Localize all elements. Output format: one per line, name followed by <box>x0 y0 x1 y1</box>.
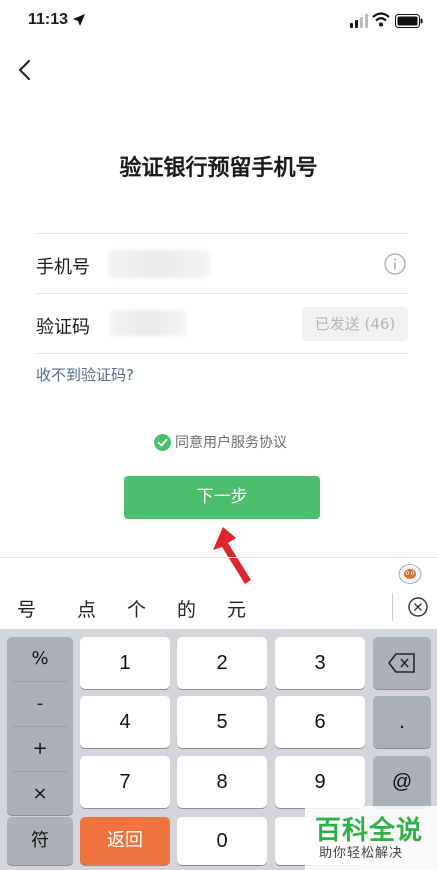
candidate-bar: 号 点 个 的 元 <box>0 585 437 629</box>
key-dot[interactable]: . <box>373 696 431 748</box>
candidate-word[interactable]: 点 <box>77 595 96 622</box>
status-bar: 11:13 <box>0 0 437 44</box>
phone-number-blurred <box>108 250 210 278</box>
red-annotation-arrow-icon <box>213 527 251 584</box>
key-4[interactable]: 4 <box>80 696 170 748</box>
resend-code-button[interactable]: 已发送 (46) <box>302 307 408 341</box>
divider <box>36 293 408 294</box>
key-8[interactable]: 8 <box>177 756 267 808</box>
close-circle-icon[interactable] <box>406 595 430 619</box>
key-minus[interactable]: - <box>7 682 73 726</box>
divider <box>36 233 408 234</box>
phone-label: 手机号 <box>36 257 90 278</box>
key-0[interactable]: 0 <box>177 817 267 865</box>
symbol-switch-key[interactable]: 符 <box>7 817 73 865</box>
key-plus[interactable]: + <box>7 727 73 771</box>
candidate-word[interactable]: 个 <box>127 595 146 622</box>
wifi-icon <box>372 12 390 27</box>
info-icon[interactable] <box>383 252 407 276</box>
delete-key[interactable] <box>373 637 431 689</box>
next-step-button[interactable]: 下一步 <box>124 476 320 519</box>
backspace-icon <box>388 653 415 673</box>
key-6[interactable]: 6 <box>275 696 365 748</box>
key-at[interactable]: @ <box>373 756 431 808</box>
key-5[interactable]: 5 <box>177 696 267 748</box>
key-multiply[interactable]: × <box>7 772 73 816</box>
key-9[interactable]: 9 <box>275 756 365 808</box>
divider <box>36 353 408 354</box>
back-key[interactable]: 返回 <box>80 817 170 865</box>
code-label: 验证码 <box>36 317 90 338</box>
code-field-blurred[interactable] <box>110 310 186 336</box>
watermark-subtitle: 助你轻松解决 <box>319 846 404 861</box>
key-1[interactable]: 1 <box>80 637 170 689</box>
signal-icon <box>350 14 368 28</box>
keyboard-divider <box>0 557 437 558</box>
status-time: 11:13 <box>28 11 69 28</box>
key-7[interactable]: 7 <box>80 756 170 808</box>
location-arrow-icon <box>73 14 85 26</box>
keyboard-mascot-icon[interactable] <box>398 562 422 584</box>
key-2[interactable]: 2 <box>177 637 267 689</box>
symbol-column: % - + × <box>7 637 73 815</box>
candidate-word[interactable]: 号 <box>17 595 36 622</box>
key-3[interactable]: 3 <box>275 637 365 689</box>
back-arrow-icon[interactable] <box>14 56 38 84</box>
agreement-text[interactable]: 同意用户服务协议 <box>175 432 287 452</box>
candidate-word[interactable]: 元 <box>227 595 246 622</box>
battery-icon <box>395 14 423 28</box>
key-percent[interactable]: % <box>7 637 73 681</box>
agreement-row[interactable]: 同意用户服务协议 <box>154 432 287 452</box>
check-circle-icon[interactable] <box>154 433 171 451</box>
watermark-logo: 百科全说 助你轻松解决 <box>305 806 437 870</box>
no-code-link[interactable]: 收不到验证码? <box>36 364 134 385</box>
candidate-word[interactable]: 的 <box>177 595 196 622</box>
page-title: 验证银行预留手机号 <box>119 156 318 181</box>
candidate-divider <box>392 593 393 621</box>
